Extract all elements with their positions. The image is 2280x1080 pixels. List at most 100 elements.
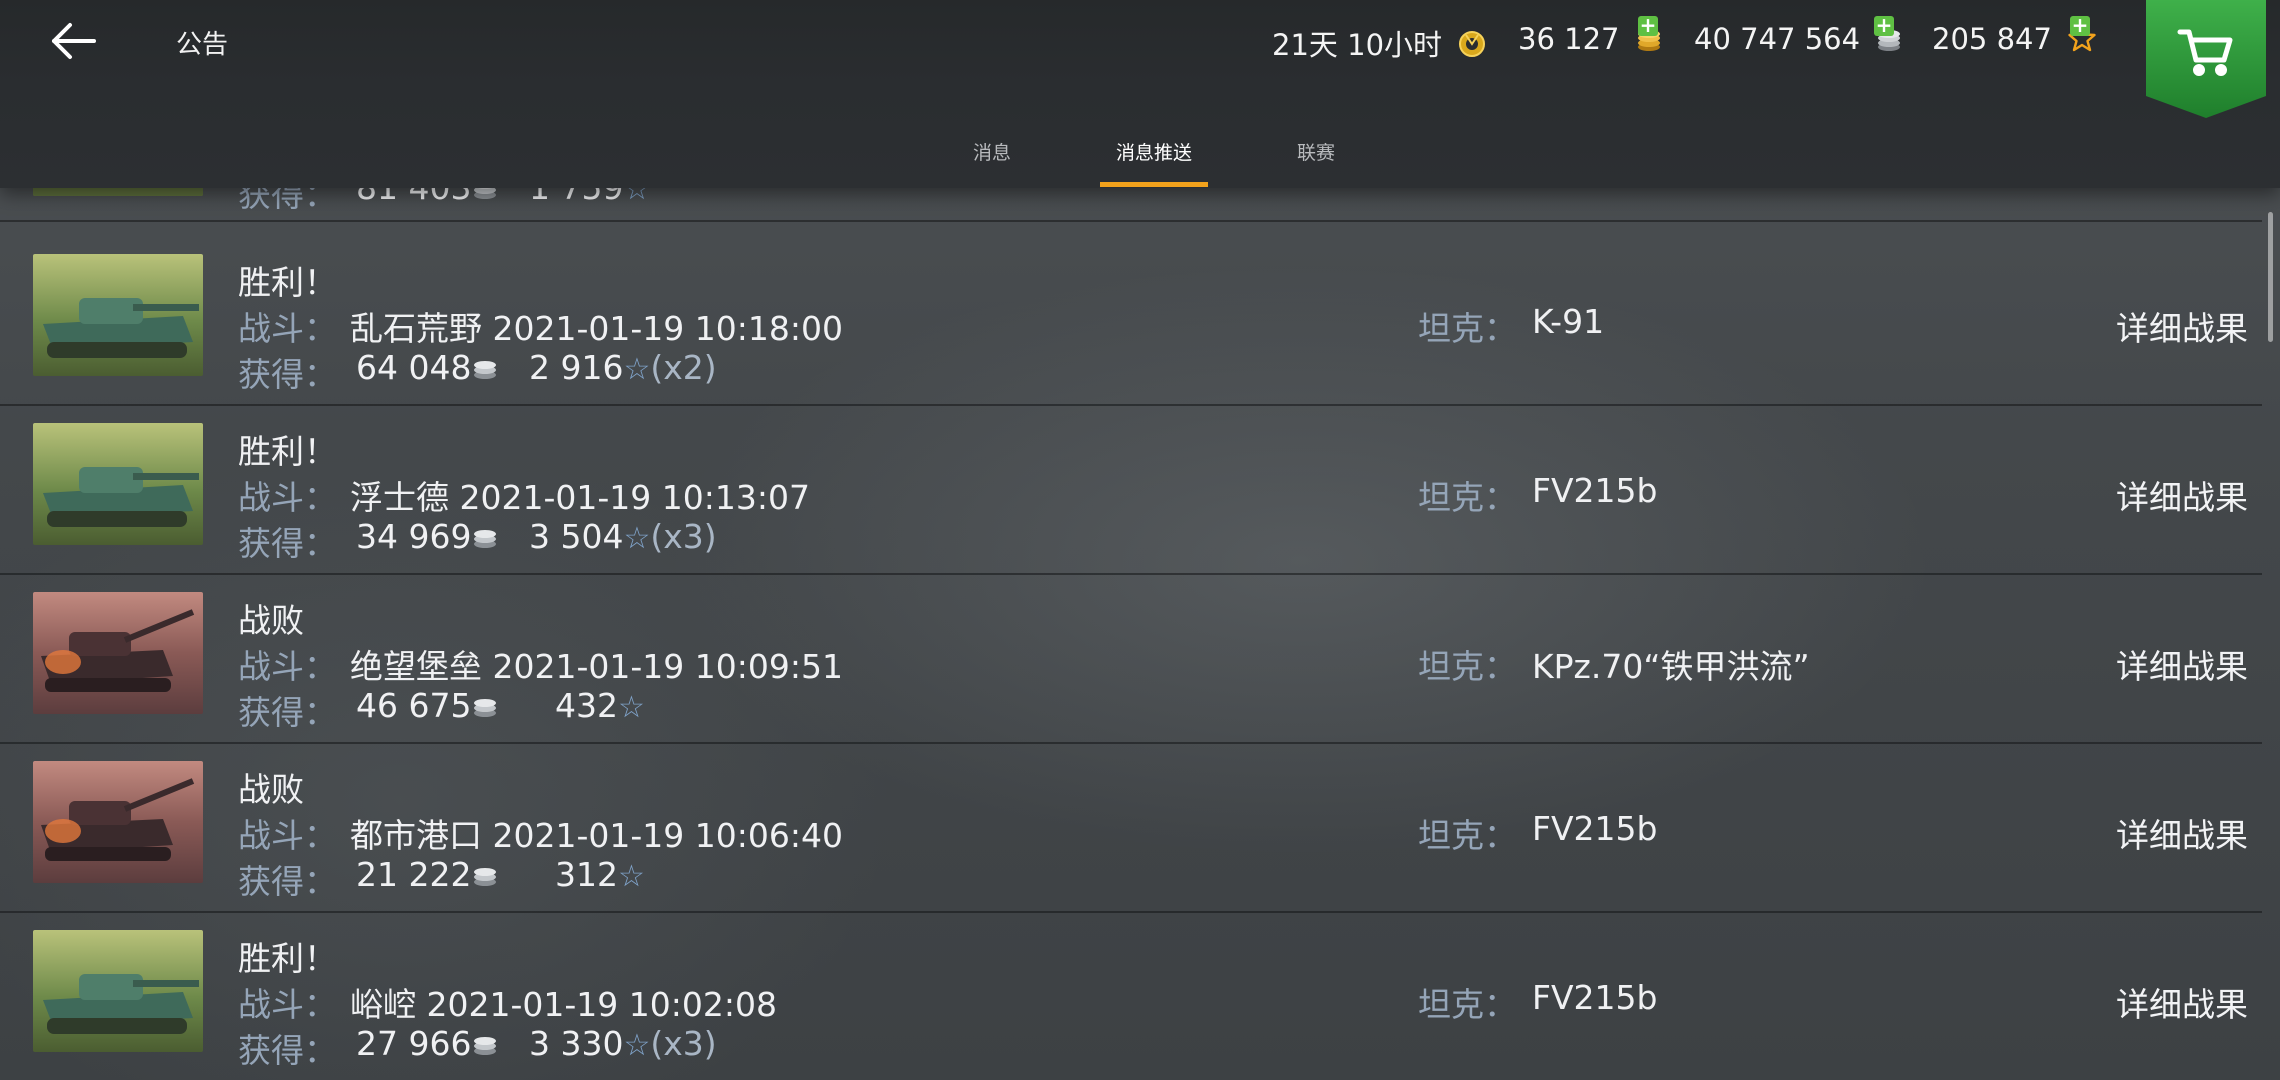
victory-tank-thumbnail [33, 254, 203, 376]
tank-label: 坦克： [1418, 309, 1517, 348]
silver-credits-icon [472, 188, 498, 209]
xp-earned: 1 759 [529, 188, 623, 207]
star-xp-icon: ☆ [623, 188, 651, 207]
earned-rewards: 81 403 1 759☆ [356, 188, 650, 209]
battle-label: 战斗： [238, 478, 337, 517]
silver-credits-icon [472, 519, 498, 558]
battle-details-button[interactable]: 详细战果 [2116, 809, 2248, 857]
defeat-tank-thumbnail [33, 592, 203, 714]
tank-label: 坦克： [1418, 985, 1517, 1024]
silver-credits-icon [472, 350, 498, 389]
battle-results-list[interactable]: 获得： 81 403 1 759☆ 胜利！ 战斗： 乱石荒野 2021-01-1… [0, 188, 2280, 1080]
battle-result: 胜利！ [238, 939, 337, 978]
earned-rewards: 27 966 3 330☆(x3) [356, 1024, 717, 1065]
earned-label: 获得： [238, 693, 337, 732]
buy-credits-plus-button[interactable]: + [1874, 15, 1894, 36]
xp-earned: 3 330 [528, 1024, 624, 1063]
silver-credits-icon [472, 1026, 498, 1065]
earned-rewards: 21 222 312☆ [356, 855, 645, 896]
star-xp-icon: ☆ [617, 690, 645, 725]
list-item[interactable]: 战败 战斗： 都市港口 2021-01-19 10:06:40 获得： 21 2… [0, 743, 2262, 913]
message-tabs: 消息 消息推送 联赛 [0, 130, 2280, 188]
list-item[interactable]: 胜利！ 战斗： 峪崆 2021-01-19 10:02:08 获得： 27 96… [0, 912, 2262, 1080]
credits-earned: 46 675 [356, 686, 472, 725]
credits-earned: 64 048 [356, 348, 472, 387]
battle-details-button[interactable]: 详细战果 [2116, 302, 2248, 350]
back-arrow-icon[interactable] [46, 14, 106, 70]
battle-result: 胜利！ [238, 432, 337, 471]
credits-earned: 21 222 [356, 855, 472, 894]
xp-multiplier: (x3) [650, 1024, 717, 1063]
battle-result: 胜利！ [238, 263, 337, 302]
credits-earned: 34 969 [356, 517, 472, 556]
battle-map-time: 绝望堡垒 2021-01-19 10:09:51 [350, 647, 843, 686]
tank-label: 坦克： [1418, 647, 1517, 686]
star-xp-icon: ☆ [623, 1028, 651, 1063]
tank-name: KPz.70“铁甲洪流” [1532, 647, 1810, 686]
tank-name: FV215b [1532, 809, 1658, 848]
earned-rewards: 46 675 432☆ [356, 686, 645, 727]
active-tab-indicator [1100, 182, 1208, 187]
silver-credits-icon [472, 688, 498, 727]
shop-cart-button[interactable] [2146, 0, 2266, 118]
premium-account-icon [1457, 29, 1487, 66]
tab-messages[interactable]: 消息 [970, 138, 1014, 165]
star-xp-icon: ☆ [617, 859, 645, 894]
battle-details-button[interactable]: 详细战果 [2116, 640, 2248, 688]
victory-tank-thumbnail [33, 930, 203, 1052]
battle-map-time: 峪崆 2021-01-19 10:02:08 [350, 985, 777, 1024]
xp-earned: 432 [554, 686, 618, 725]
battle-label: 战斗： [238, 309, 337, 348]
earned-rewards: 64 048 2 916☆(x2) [356, 348, 717, 389]
xp-earned: 3 504 [528, 517, 624, 556]
battle-label: 战斗： [238, 985, 337, 1024]
battle-map-time: 浮士德 2021-01-19 10:13:07 [350, 478, 810, 517]
earned-label: 获得： [238, 862, 337, 901]
xp-earned: 312 [554, 855, 618, 894]
list-item[interactable]: 获得： 81 403 1 759☆ [0, 188, 2262, 222]
battle-details-button[interactable]: 详细战果 [2116, 471, 2248, 519]
top-bar: 公告 21天 10小时 36 127 + 40 747 564 + 205 84… [0, 0, 2280, 188]
buy-gold-plus-button[interactable]: + [1638, 15, 1658, 36]
battle-label: 战斗： [238, 647, 337, 686]
credits-earned: 81 403 [356, 188, 471, 207]
defeat-tank-thumbnail [33, 761, 203, 883]
tab-push-notifications[interactable]: 消息推送 [1100, 138, 1208, 165]
tank-name: K-91 [1532, 302, 1605, 341]
victory-tank-thumbnail [33, 423, 203, 545]
free-xp-value: 205 847 [1932, 22, 2052, 56]
battle-details-button[interactable]: 详细战果 [2116, 978, 2248, 1026]
premium-time-value: 21天 10小时 [1272, 28, 1443, 62]
premium-account-timer[interactable]: 21天 10小时 [1272, 22, 1487, 66]
star-xp-icon: ☆ [623, 352, 651, 387]
earned-label: 获得： [238, 524, 337, 563]
star-xp-icon: ☆ [623, 521, 651, 556]
list-item[interactable]: 战败 战斗： 绝望堡垒 2021-01-19 10:09:51 获得： 46 6… [0, 574, 2262, 744]
earned-label: 获得： [238, 355, 337, 394]
battle-label: 战斗： [238, 816, 337, 855]
xp-multiplier: (x3) [650, 517, 717, 556]
silver-credits-icon [472, 857, 498, 896]
list-item[interactable]: 胜利！ 战斗： 浮士德 2021-01-19 10:13:07 获得： 34 9… [0, 405, 2262, 575]
credits-value: 40 747 564 [1694, 22, 1861, 56]
gold-value: 36 127 [1518, 22, 1620, 56]
xp-earned: 2 916 [528, 348, 624, 387]
list-item[interactable]: 胜利！ 战斗： 乱石荒野 2021-01-19 10:18:00 获得： 64 … [0, 236, 2262, 406]
page-title: 公告 [176, 30, 229, 60]
list-scrollbar[interactable] [2268, 212, 2273, 342]
tank-label: 坦克： [1418, 478, 1517, 517]
credits-earned: 27 966 [356, 1024, 472, 1063]
tank-name: FV215b [1532, 978, 1658, 1017]
victory-tank-thumbnail [33, 188, 203, 196]
battle-map-time: 都市港口 2021-01-19 10:06:40 [350, 816, 843, 855]
tank-label: 坦克： [1418, 816, 1517, 855]
tab-league[interactable]: 联赛 [1294, 138, 1338, 165]
earned-label: 获得： [238, 188, 337, 214]
battle-map-time: 乱石荒野 2021-01-19 10:18:00 [350, 309, 843, 348]
buy-xp-plus-button[interactable]: + [2070, 15, 2090, 36]
xp-multiplier: (x2) [650, 348, 717, 387]
earned-rewards: 34 969 3 504☆(x3) [356, 517, 717, 558]
battle-result: 战败 [238, 601, 304, 640]
battle-result: 战败 [238, 770, 304, 809]
earned-label: 获得： [238, 1031, 337, 1070]
